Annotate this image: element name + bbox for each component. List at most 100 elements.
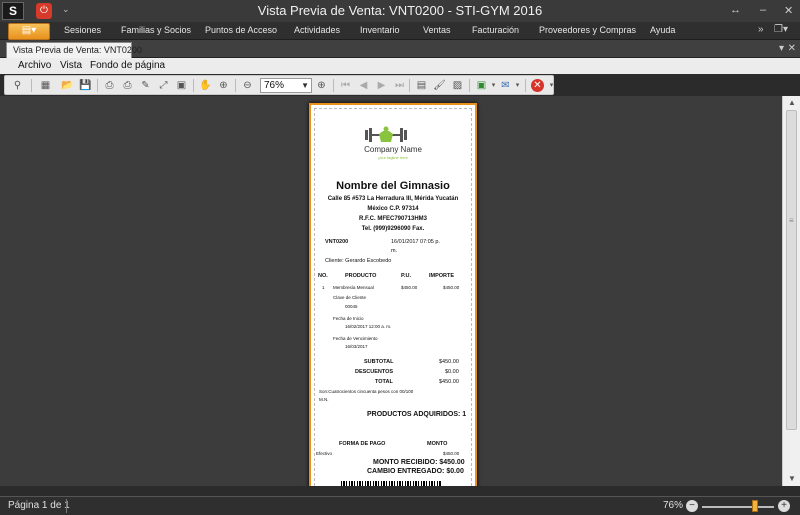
quick-print-icon[interactable]: ⎙ <box>121 79 134 92</box>
chevron-double-down-icon[interactable]: » <box>758 24 764 35</box>
window-title: Vista Previa de Venta: VNT0200 - STI-GYM… <box>257 3 543 18</box>
application-menu-button[interactable]: ▤▾ <box>8 23 50 40</box>
tab-inventario[interactable]: Inventario <box>360 25 400 35</box>
page-setup-icon[interactable]: ✎ <box>139 79 152 92</box>
scrollbar-thumb[interactable] <box>786 110 797 430</box>
toolbar-separator <box>97 79 98 92</box>
menu-archivo[interactable]: Archivo <box>18 60 51 71</box>
application-window: S ⏻ ⌄ Vista Previa de Venta: VNT0200 - S… <box>0 0 800 515</box>
close-tab-icon[interactable]: ✕ <box>788 43 796 54</box>
zoom-slider-track[interactable] <box>702 506 774 508</box>
payment-amount: $450.00 <box>443 451 460 456</box>
start-date-label: Fecha de Inicio <box>333 316 364 321</box>
previous-page-icon[interactable]: ◀ <box>357 79 370 92</box>
magnifier-icon[interactable]: ⊕ <box>217 79 230 92</box>
scroll-down-icon[interactable]: ▼ <box>788 474 796 483</box>
hand-tool-icon[interactable]: ✋ <box>199 79 212 92</box>
minimize-icon[interactable]: – <box>760 4 766 16</box>
email-dropdown-icon[interactable]: ▾ <box>511 79 524 92</box>
address-line-2: México C.P. 97314 <box>367 206 419 212</box>
column-no: NO. <box>318 273 328 279</box>
products-acquired: PRODUCTOS ADQUIRIDOS: 1 <box>367 411 467 418</box>
zoom-value: 76% <box>264 80 285 91</box>
menu-vista[interactable]: Vista <box>60 60 82 71</box>
menu-fondo-de-pagina[interactable]: Fondo de página <box>90 60 165 71</box>
zoom-out-icon[interactable]: ⊖ <box>241 79 254 92</box>
parameters-icon[interactable]: ▦ <box>39 79 52 92</box>
change-given: CAMBIO ENTREGADO: $0.00 <box>367 468 464 475</box>
chevron-down-icon: ▼ <box>301 81 309 90</box>
toolbar-separator <box>235 79 236 92</box>
document-tab[interactable]: Vista Previa de Venta: VNT0200 <box>6 42 142 58</box>
scroll-up-icon[interactable]: ▲ <box>788 98 796 107</box>
zoom-in-icon[interactable]: ⊕ <box>315 79 328 92</box>
page-indicator: Página 1 de 1 <box>8 500 70 511</box>
client-name: Cliente: Gerardo Escobedo <box>325 258 392 264</box>
watermark-icon[interactable]: ▨ <box>451 79 464 92</box>
tab-familias-y-socios[interactable]: Familias y Socios <box>121 25 191 35</box>
close-preview-icon[interactable]: ✕ <box>531 79 544 92</box>
zoom-in-button[interactable]: + <box>778 500 790 512</box>
toolbar-separator <box>469 79 470 92</box>
due-date: 16/03/2017 <box>345 344 368 349</box>
tab-ventas[interactable]: Ventas <box>423 25 451 35</box>
zoom-percentage: 76% <box>663 500 684 511</box>
margins-icon[interactable]: ▣ <box>175 79 188 92</box>
total-in-words-currency: M.N. <box>319 397 329 402</box>
vertical-scrollbar[interactable]: ▲ ≡ ▼ <box>782 96 800 486</box>
toolbar-options-icon[interactable]: ▾ <box>545 79 558 92</box>
client-key: 00045 <box>345 304 358 309</box>
subtotal-label: SUBTOTAL <box>364 359 394 365</box>
ribbon-toggle-icon[interactable]: ↔ <box>730 4 741 16</box>
status-divider <box>66 499 67 513</box>
total-in-words: Son:Cuatrocientos cincuenta pesos con 00… <box>319 389 414 394</box>
multiple-pages-icon[interactable]: ▤ <box>415 79 428 92</box>
toolbar-separator <box>193 79 194 92</box>
payment-method: Efectivo <box>316 451 333 456</box>
payment-method-label: FORMA DE PAGO <box>339 441 386 447</box>
tab-puntos-de-acceso[interactable]: Puntos de Acceso <box>205 25 277 35</box>
tab-facturacion[interactable]: Facturación <box>472 25 519 35</box>
tab-actividades[interactable]: Actividades <box>294 25 340 35</box>
tab-proveedores-y-compras[interactable]: Proveedores y Compras <box>539 25 636 35</box>
toolbar-separator <box>409 79 410 92</box>
column-amount: IMPORTE <box>429 273 455 279</box>
title-bar: S ⏻ ⌄ Vista Previa de Venta: VNT0200 - S… <box>0 0 800 22</box>
total-value: $450.00 <box>439 379 459 385</box>
address-line-1: Calle 85 #573 La Herradura III, Mérida Y… <box>327 196 459 202</box>
zoom-slider-thumb[interactable] <box>751 500 758 512</box>
item-amount: $450.00 <box>443 285 460 290</box>
sale-date: 16/01/2017 07:05 p. <box>391 239 440 245</box>
toolbar-separator <box>333 79 334 92</box>
document-tab-strip: Vista Previa de Venta: VNT0200 ▾ ✕ <box>0 40 800 58</box>
preview-viewport[interactable]: Company Name your tagline here Nombre de… <box>0 96 782 486</box>
preview-toolbar: ⚲ ▦ 📂 💾 ⎙ ⎙ ✎ ⤢ ▣ ✋ ⊕ ⊖ 76% ▼ ⊕ ⏮ ◀ ▶ ⏭ … <box>4 75 554 95</box>
first-page-icon[interactable]: ⏮ <box>339 79 352 92</box>
scale-icon[interactable]: ⤢ <box>157 79 170 92</box>
client-key-label: Clave de Cliente <box>333 295 367 300</box>
toolbar-separator <box>31 79 32 92</box>
binoculars-icon[interactable]: ⚲ <box>11 79 24 92</box>
item-name: Membresía Mensual <box>333 285 374 290</box>
item-unit-price: $450.00 <box>401 285 418 290</box>
next-page-icon[interactable]: ▶ <box>375 79 388 92</box>
zoom-out-button[interactable]: − <box>686 500 698 512</box>
toolbar-separator <box>525 79 526 92</box>
save-icon[interactable]: 💾 <box>79 79 92 92</box>
close-window-icon[interactable]: ✕ <box>784 4 793 17</box>
print-dialog-icon[interactable]: ⎙ <box>103 79 116 92</box>
windows-icon[interactable]: ❐▾ <box>774 24 788 35</box>
background-color-icon[interactable]: 🖌 <box>433 79 446 92</box>
tab-ayuda[interactable]: Ayuda <box>650 25 675 35</box>
column-unit-price: P.U. <box>401 273 411 279</box>
subtotal-value: $450.00 <box>439 359 459 365</box>
open-icon[interactable]: 📂 <box>61 79 74 92</box>
last-page-icon[interactable]: ⏭ <box>393 79 406 92</box>
zoom-select[interactable]: 76% ▼ <box>260 78 312 93</box>
tab-list-icon[interactable]: ▾ <box>779 43 784 54</box>
column-product: PRODUCTO <box>345 273 377 279</box>
tab-sesiones[interactable]: Sesiones <box>64 25 101 35</box>
rfc: R.F.C. MFEC790713HM3 <box>358 216 428 222</box>
scrollbar-grip-icon: ≡ <box>789 216 794 225</box>
phone: Tel. (999)9296090 Fax. <box>361 226 425 232</box>
